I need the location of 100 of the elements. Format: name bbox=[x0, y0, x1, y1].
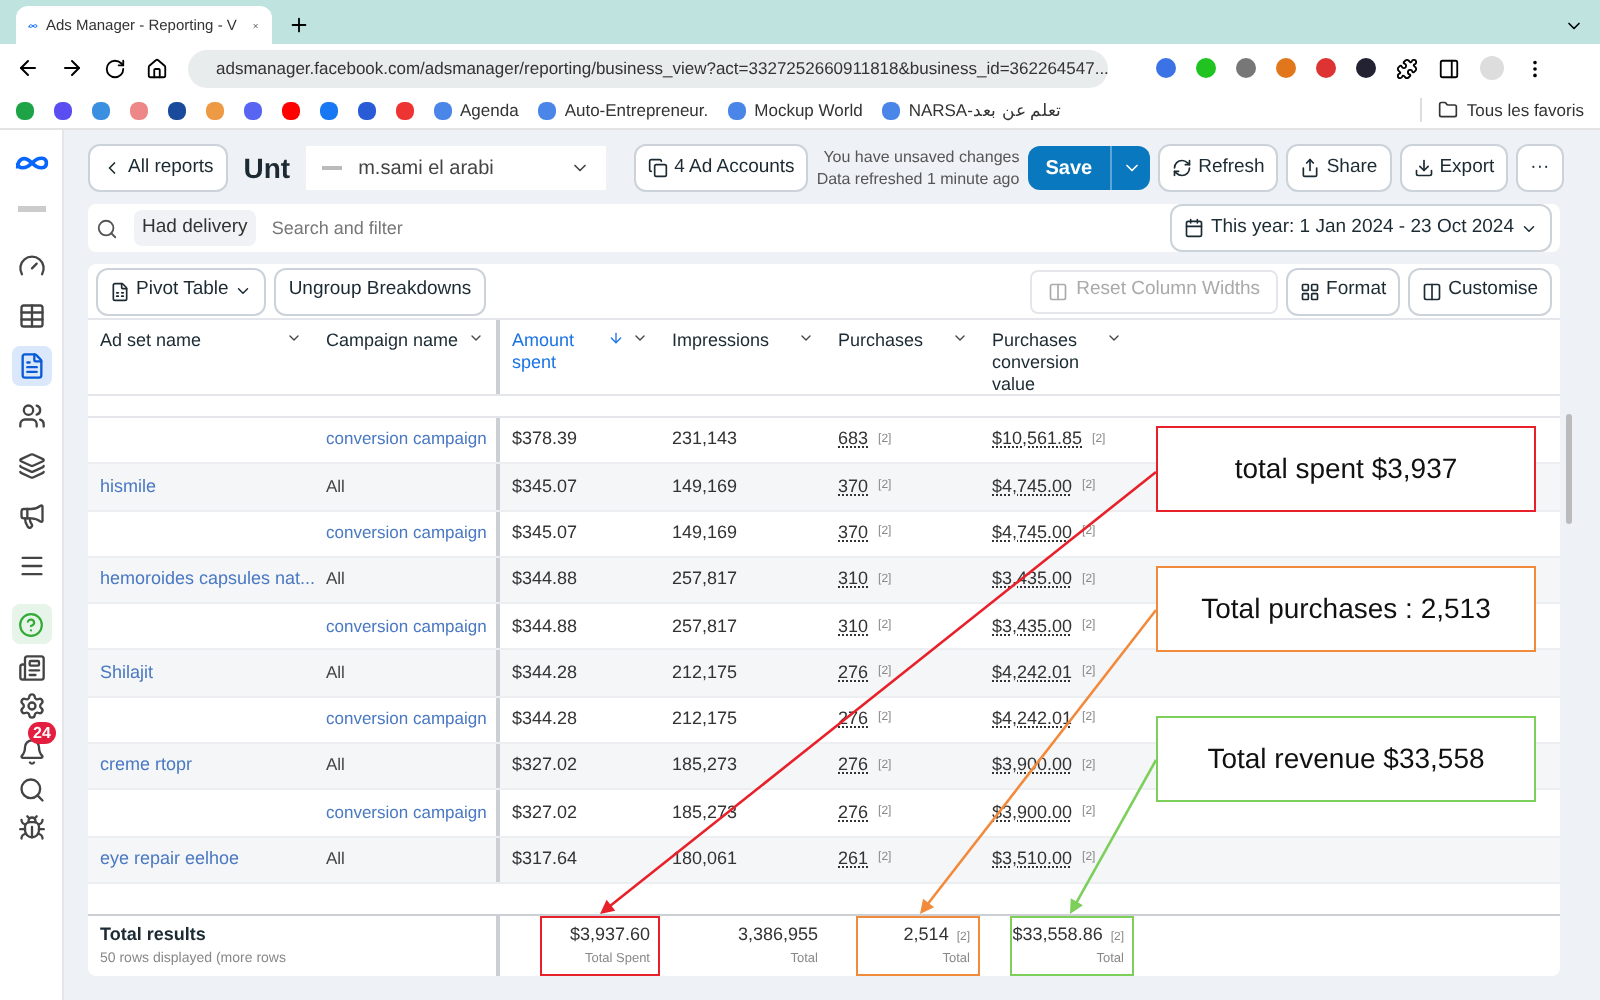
column-header[interactable]: Amount spent bbox=[496, 320, 660, 394]
value-link[interactable]: $10,561.85 bbox=[992, 426, 1083, 454]
caret-icon[interactable] bbox=[798, 330, 814, 346]
pivot-table-dropdown[interactable]: Pivot Table bbox=[96, 267, 267, 315]
bookmark-icon[interactable] bbox=[396, 101, 414, 119]
refresh-button[interactable]: Refresh bbox=[1158, 144, 1279, 192]
ad-set-link[interactable]: hismile bbox=[100, 475, 157, 496]
value-link[interactable]: $4,745.00 bbox=[992, 473, 1073, 501]
forward-icon[interactable] bbox=[60, 56, 84, 80]
bookmark-link[interactable]: Agenda bbox=[460, 97, 519, 123]
column-header[interactable]: Impressions bbox=[660, 320, 826, 394]
address-bar[interactable]: adsmanager.facebook.com/adsmanager/reporting/business_view?act=3327252660911818&business_id=362264547... bbox=[188, 49, 1108, 87]
purchases-link[interactable]: 370 bbox=[838, 473, 869, 501]
format-button[interactable]: Format bbox=[1286, 267, 1401, 315]
all-reports-button[interactable]: All reports bbox=[88, 144, 228, 192]
save-options-button[interactable] bbox=[1110, 146, 1151, 190]
value-link[interactable]: $4,242.01 bbox=[992, 706, 1073, 734]
home-icon[interactable] bbox=[146, 57, 168, 79]
bookmark-icon[interactable] bbox=[168, 101, 186, 119]
new-tab-icon[interactable] bbox=[288, 14, 310, 36]
purchases-link[interactable]: 310 bbox=[838, 566, 869, 594]
campaign-link[interactable]: conversion campaign bbox=[326, 615, 487, 636]
caret-icon[interactable] bbox=[286, 330, 302, 346]
filter-chip[interactable]: Had delivery bbox=[134, 209, 256, 247]
value-link[interactable]: $4,242.01 bbox=[992, 659, 1073, 687]
column-header[interactable]: Purchases bbox=[826, 320, 980, 394]
bookmark-link[interactable]: Auto-Entrepreneur. bbox=[564, 97, 709, 123]
back-icon[interactable] bbox=[16, 56, 40, 80]
table-cell: All bbox=[326, 848, 345, 869]
meta-logo-icon[interactable] bbox=[28, 19, 38, 31]
campaign-link[interactable]: conversion campaign bbox=[326, 521, 487, 542]
bookmark-icon[interactable] bbox=[282, 101, 300, 119]
value-link[interactable]: $4,745.00 bbox=[992, 519, 1073, 547]
bookmark-icon[interactable] bbox=[244, 101, 262, 119]
document-icon[interactable] bbox=[11, 346, 51, 386]
campaign-link[interactable]: conversion campaign bbox=[326, 708, 487, 729]
caret-icon[interactable] bbox=[468, 330, 484, 346]
purchases-link[interactable]: 261 bbox=[838, 846, 869, 874]
bookmark-icon[interactable] bbox=[538, 101, 557, 119]
purchases-link[interactable]: 683 bbox=[838, 426, 869, 454]
caret-icon[interactable] bbox=[1106, 330, 1122, 346]
column-header[interactable]: Purchases conversion value bbox=[980, 320, 1134, 394]
reload-icon[interactable] bbox=[104, 57, 126, 79]
value-link[interactable]: $3,435.00 bbox=[992, 613, 1073, 641]
campaign-link[interactable]: conversion campaign bbox=[326, 428, 487, 449]
annotation-callout: total spent $3,937 bbox=[1156, 426, 1536, 512]
column-header[interactable]: Ad set name bbox=[88, 320, 314, 394]
value-link[interactable]: $3,510.00 bbox=[992, 846, 1073, 874]
customise-button[interactable]: Customise bbox=[1408, 267, 1552, 315]
purchases-link[interactable]: 276 bbox=[838, 659, 869, 687]
download-icon bbox=[1413, 158, 1434, 178]
meta-logo-icon[interactable] bbox=[13, 154, 49, 172]
table-cell-text: $327.02 bbox=[512, 752, 578, 779]
purchases-link[interactable]: 310 bbox=[838, 613, 869, 641]
purchases-link[interactable]: 370 bbox=[838, 519, 869, 547]
extensions-icon[interactable] bbox=[1396, 57, 1418, 79]
bookmark-icon[interactable] bbox=[358, 101, 376, 119]
date-range-button[interactable]: This year: 1 Jan 2024 - 23 Oct 2024 bbox=[1170, 204, 1552, 252]
bug-icon[interactable] bbox=[17, 814, 45, 842]
table-cell: 257,817 bbox=[672, 568, 738, 589]
table-cell: 149,169 bbox=[672, 475, 738, 496]
ad-set-link[interactable]: hemoroides capsules nat... bbox=[100, 568, 316, 589]
ad-accounts-button[interactable]: 4 Ad Accounts bbox=[634, 144, 809, 192]
bell-icon[interactable] bbox=[17, 738, 45, 766]
all-bookmarks-link[interactable]: Tous les favoris bbox=[1466, 97, 1584, 123]
ungroup-button[interactable]: Ungroup Breakdowns bbox=[274, 267, 486, 315]
help-icon[interactable] bbox=[11, 604, 51, 644]
bookmark-icon[interactable] bbox=[434, 101, 452, 119]
bookmark-icon[interactable] bbox=[728, 101, 747, 119]
campaign-link[interactable]: conversion campaign bbox=[326, 801, 487, 822]
bookmark-icon[interactable] bbox=[320, 101, 338, 119]
save-button[interactable]: Save bbox=[1027, 146, 1111, 190]
account-dropdown[interactable]: m.sami el arabi bbox=[306, 146, 607, 190]
bookmark-icon[interactable] bbox=[54, 101, 72, 119]
table-cell: All bbox=[326, 754, 345, 775]
bookmark-link[interactable]: NARSA-تعلم عن بعد bbox=[908, 97, 1063, 123]
side-panel-icon[interactable] bbox=[1438, 57, 1460, 79]
purchases-link[interactable]: 276 bbox=[838, 752, 869, 780]
table-cell: All bbox=[326, 568, 345, 589]
share-button[interactable]: Share bbox=[1286, 144, 1392, 192]
caret-icon[interactable] bbox=[632, 330, 648, 346]
search-icon[interactable] bbox=[17, 776, 45, 804]
caret-icon[interactable] bbox=[952, 330, 968, 346]
calendar-icon bbox=[1184, 218, 1205, 238]
export-button[interactable]: Export bbox=[1399, 144, 1509, 192]
bookmark-icon[interactable] bbox=[882, 101, 901, 119]
search-bar[interactable]: Had delivery Search and filter This year: 1 Jan 2024 - 23 Oct 2024 bbox=[88, 204, 1560, 252]
settings-icon[interactable] bbox=[17, 692, 45, 720]
more-button[interactable]: ··· bbox=[1516, 144, 1564, 192]
column-header[interactable]: Campaign name bbox=[314, 320, 496, 394]
ad-set-link[interactable]: creme rtopr bbox=[100, 754, 193, 775]
scrollbar[interactable] bbox=[1566, 414, 1572, 524]
news-icon[interactable] bbox=[17, 654, 45, 682]
search-field[interactable]: Search and filter bbox=[271, 210, 1155, 246]
ad-set-link[interactable]: Shilajit bbox=[100, 661, 154, 682]
bookmark-link[interactable]: Mockup World bbox=[754, 97, 863, 123]
folder-icon bbox=[1438, 100, 1459, 120]
purchases-link[interactable]: 276 bbox=[838, 799, 869, 827]
ad-set-link[interactable]: eye repair eelhoe bbox=[100, 848, 240, 869]
columns-icon bbox=[1048, 281, 1069, 301]
